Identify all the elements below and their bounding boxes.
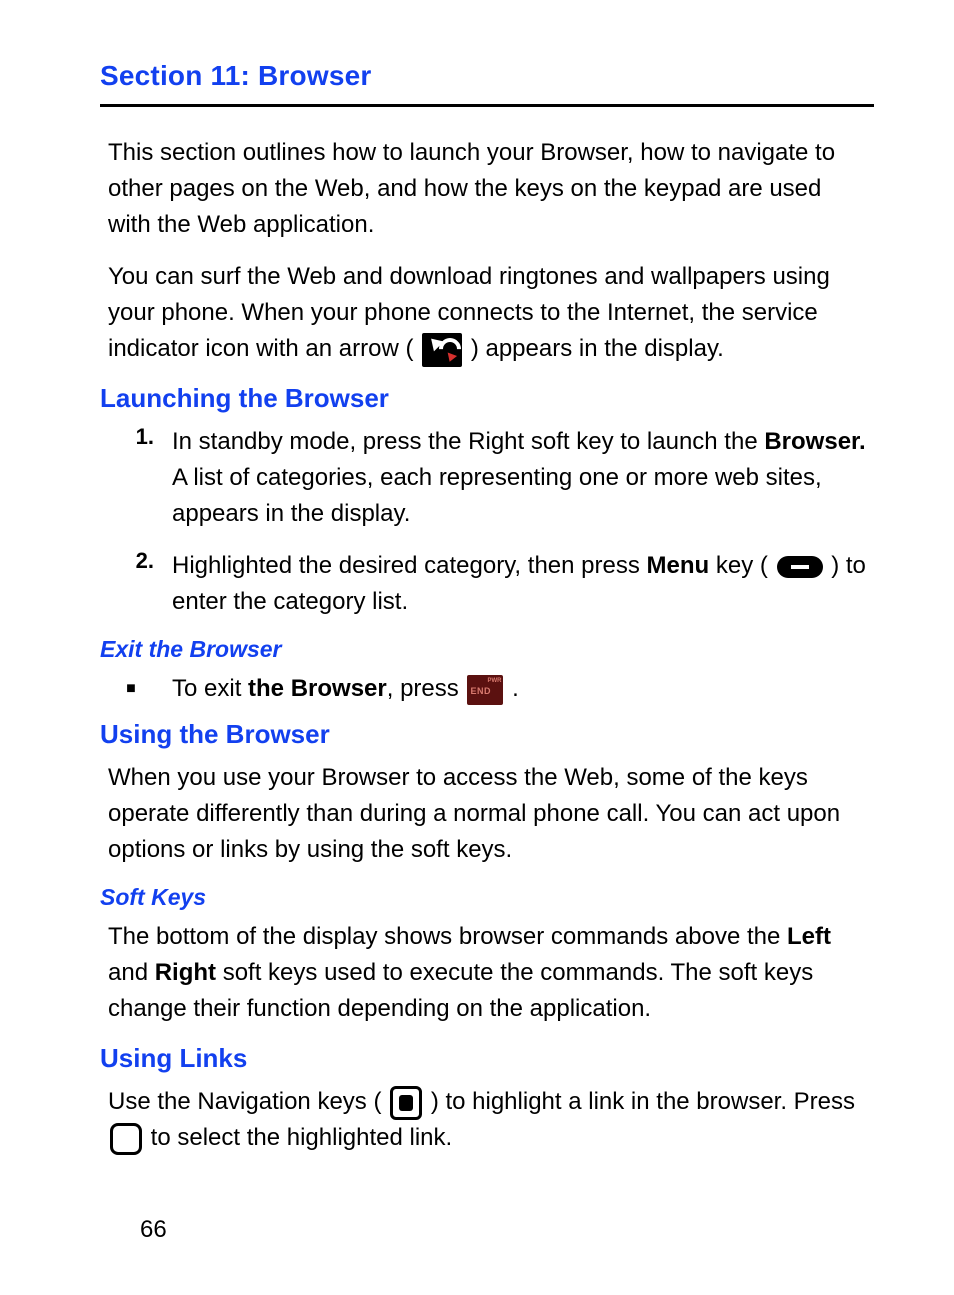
end-pwr-key-icon: [467, 675, 503, 705]
page-number: 66: [140, 1216, 874, 1244]
document-page: Section 11: Browser This section outline…: [0, 0, 954, 1284]
bullet-icon: ■: [108, 680, 172, 698]
menu-key-icon: [777, 556, 823, 578]
intro-paragraph-2: You can surf the Web and download ringto…: [108, 259, 866, 367]
soft-keys-body: The bottom of the display shows browser …: [108, 919, 866, 1027]
using-browser-heading: Using the Browser: [100, 719, 874, 750]
using-links-heading: Using Links: [100, 1043, 874, 1074]
list-item: 1. In standby mode, press the Right soft…: [108, 424, 866, 532]
soft-keys-heading: Soft Keys: [100, 884, 874, 911]
ok-key-icon: [110, 1123, 142, 1155]
launch-steps-list: 1. In standby mode, press the Right soft…: [108, 424, 866, 620]
section-title: Section 11: Browser: [100, 60, 874, 92]
exit-browser-heading: Exit the Browser: [100, 636, 874, 663]
step-number: 2.: [108, 548, 172, 620]
navigation-key-icon: [390, 1086, 422, 1120]
step-number: 1.: [108, 424, 172, 532]
section-divider: [100, 104, 874, 107]
using-links-body: Use the Navigation keys ( ) to highlight…: [108, 1084, 866, 1156]
intro-paragraph-1: This section outlines how to launch your…: [108, 135, 866, 243]
exit-body: To exit the Browser, press .: [172, 671, 519, 707]
exit-list: ■ To exit the Browser, press .: [108, 671, 866, 707]
list-item: 2. Highlighted the desired category, the…: [108, 548, 866, 620]
service-indicator-icon: [422, 333, 462, 367]
launching-heading: Launching the Browser: [100, 383, 874, 414]
intro2-text-b: ) appears in the display.: [471, 335, 724, 362]
list-item: ■ To exit the Browser, press .: [108, 671, 866, 707]
using-body: When you use your Browser to access the …: [108, 760, 866, 868]
step-body: In standby mode, press the Right soft ke…: [172, 424, 866, 532]
step-body: Highlighted the desired category, then p…: [172, 548, 866, 620]
